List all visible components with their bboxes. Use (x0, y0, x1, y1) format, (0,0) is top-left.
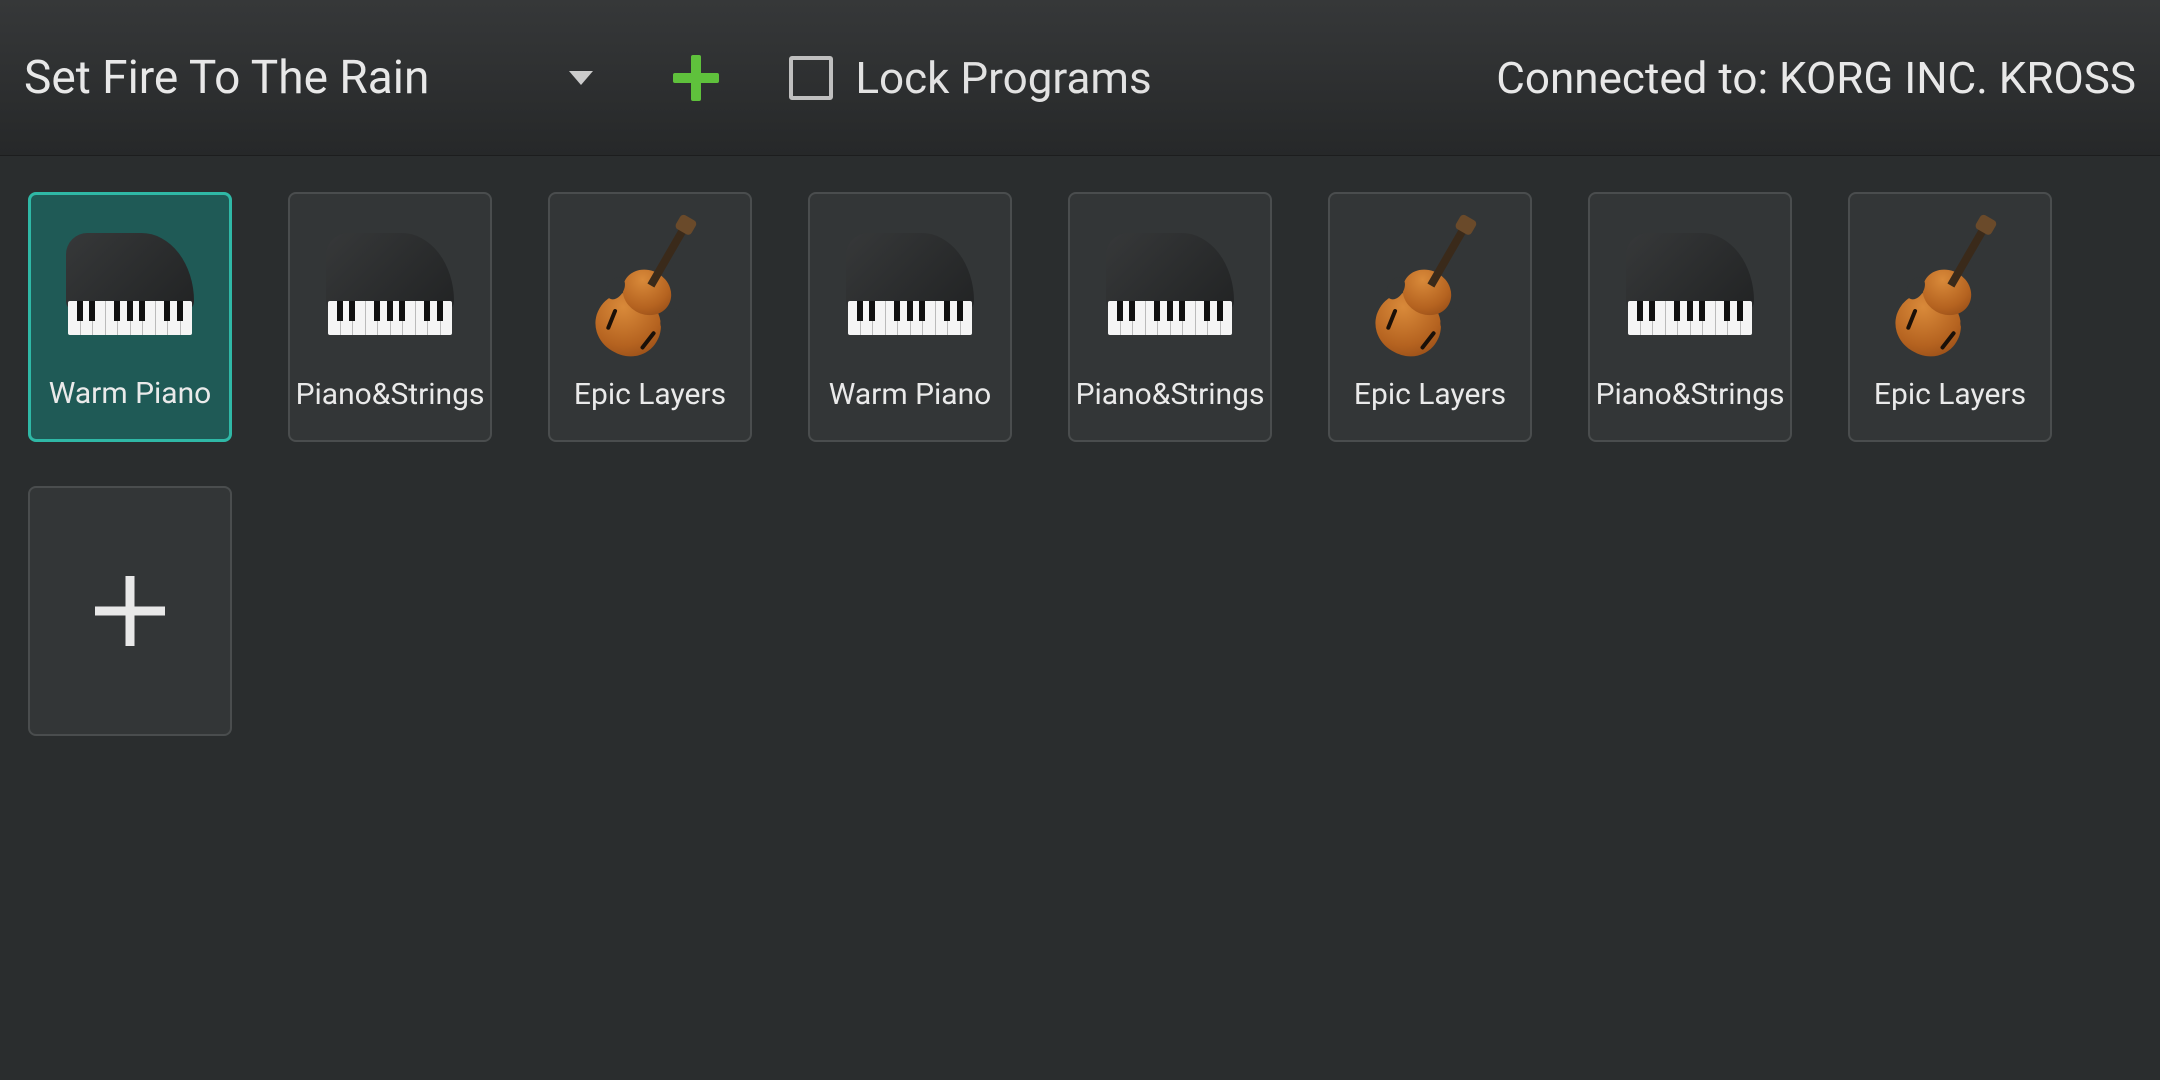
tile-label: Piano&Strings (296, 377, 485, 440)
checkbox-icon (789, 56, 833, 100)
status-prefix: Connected to: (1496, 52, 1779, 104)
song-dropdown[interactable]: Set Fire To The Rain (24, 51, 593, 105)
tile-label: Warm Piano (829, 377, 992, 440)
tile-icon-area (1070, 194, 1270, 377)
violin-icon (561, 198, 740, 388)
tile-icon-area (290, 194, 490, 377)
violin-icon (1341, 198, 1520, 388)
connection-status: Connected to: KORG INC. KROSS (1496, 52, 2136, 104)
program-tile[interactable]: Piano&Strings (288, 192, 492, 442)
tile-icon-area (31, 195, 229, 376)
tile-icon-area (1850, 194, 2050, 377)
program-tile[interactable]: Warm Piano (28, 192, 232, 442)
tile-icon-area (30, 488, 230, 734)
tile-label: Piano&Strings (1076, 377, 1265, 440)
song-name: Set Fire To The Rain (24, 51, 429, 105)
tile-label: Epic Layers (1874, 377, 2026, 440)
plus-icon (95, 576, 165, 646)
tile-label: Epic Layers (1354, 377, 1506, 440)
status-device: KORG INC. KROSS (1779, 52, 2136, 104)
tile-icon-area (550, 194, 750, 377)
program-tile[interactable]: Piano&Strings (1068, 192, 1272, 442)
piano-icon (846, 233, 974, 353)
violin-icon (1861, 198, 2040, 388)
header-bar: Set Fire To The Rain Lock Programs Conne… (0, 0, 2160, 156)
lock-programs-label: Lock Programs (855, 52, 1151, 104)
program-grid: Warm Piano Piano&Strings Epic Layers Warm P… (0, 156, 2160, 772)
chevron-down-icon (569, 71, 593, 85)
piano-icon (1626, 233, 1754, 353)
tile-label: Epic Layers (574, 377, 726, 440)
tile-icon-area (810, 194, 1010, 377)
program-tile[interactable]: Epic Layers (1848, 192, 2052, 442)
add-program-tile[interactable] (28, 486, 232, 736)
piano-icon (326, 233, 454, 353)
program-tile[interactable]: Piano&Strings (1588, 192, 1792, 442)
tile-icon-area (1590, 194, 1790, 377)
tile-label: Warm Piano (49, 376, 212, 439)
piano-icon (1106, 233, 1234, 353)
add-song-button[interactable] (673, 55, 719, 101)
program-tile[interactable]: Epic Layers (548, 192, 752, 442)
tile-icon-area (1330, 194, 1530, 377)
lock-programs-checkbox[interactable]: Lock Programs (789, 52, 1151, 104)
program-tile[interactable]: Epic Layers (1328, 192, 1532, 442)
piano-icon (66, 233, 194, 353)
tile-label: Piano&Strings (1596, 377, 1785, 440)
program-tile[interactable]: Warm Piano (808, 192, 1012, 442)
